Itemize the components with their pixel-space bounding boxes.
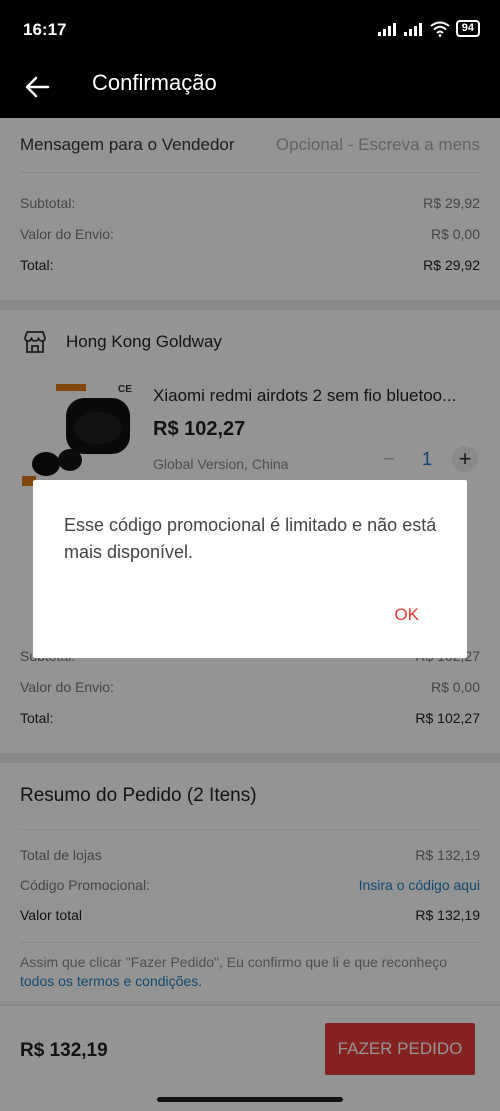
wifi-icon bbox=[430, 21, 450, 37]
dialog-message: Esse código promocional é limitado e não… bbox=[64, 515, 437, 562]
signal-icon bbox=[377, 22, 396, 36]
status-icons: 94 bbox=[377, 20, 480, 37]
battery-icon: 94 bbox=[455, 20, 480, 37]
dialog-ok-button[interactable]: OK bbox=[394, 605, 419, 625]
back-arrow-icon[interactable] bbox=[22, 72, 52, 102]
status-time: 16:17 bbox=[23, 20, 67, 39]
app-bar: Confirmação bbox=[0, 58, 500, 118]
promo-error-dialog: Esse código promocional é limitado e não… bbox=[33, 480, 467, 658]
page-title: Confirmação bbox=[92, 70, 217, 95]
status-bar: 16:17 94 bbox=[0, 0, 500, 58]
signal-icon-2 bbox=[403, 22, 422, 36]
